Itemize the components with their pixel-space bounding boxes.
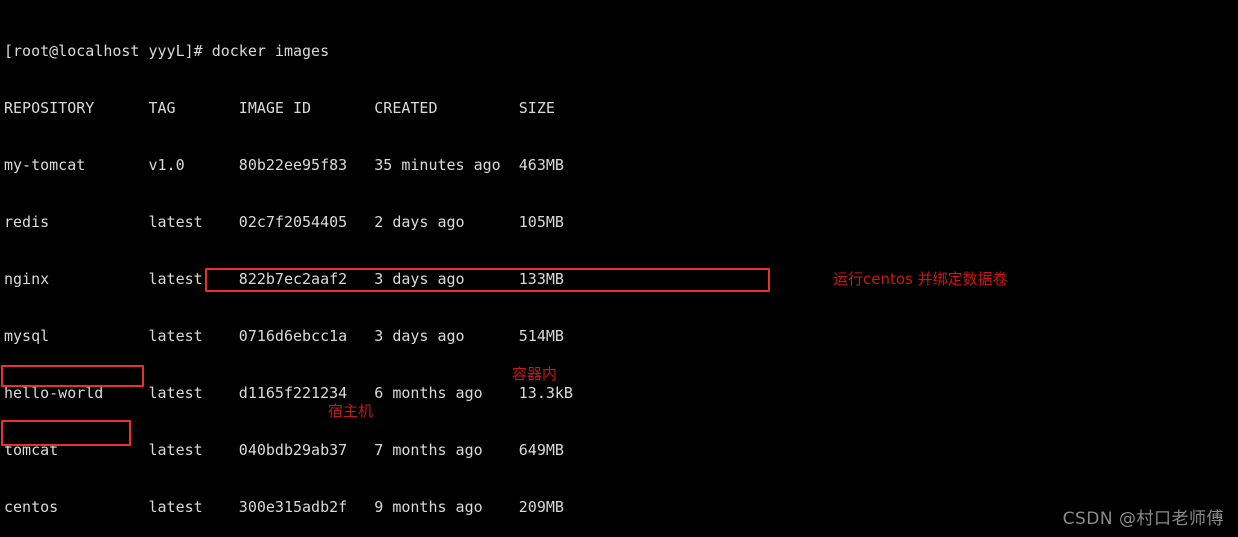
terminal-line: centos latest 300e315adb2f 9 months ago … [4,498,979,517]
terminal-line: my-tomcat v1.0 80b22ee95f83 35 minutes a… [4,156,979,175]
annotation-run-centos: 运行centos 并绑定数据卷 [833,270,1008,288]
line-text: tomcat latest 040bdb29ab37 7 months ago … [4,441,564,459]
terminal-line: tomcat latest 040bdb29ab37 7 months ago … [4,441,979,460]
terminal-line: [root@localhost yyyL]# docker images [4,42,979,61]
line-text: mysql latest 0716d6ebcc1a 3 days ago 514… [4,327,564,345]
terminal-line: mysql latest 0716d6ebcc1a 3 days ago 514… [4,327,979,346]
annotation-host-machine: 宿主机 [328,402,374,420]
terminal-line: hello-world latest d1165f221234 6 months… [4,384,979,403]
line-text: my-tomcat v1.0 80b22ee95f83 35 minutes a… [4,156,564,174]
terminal-line: redis latest 02c7f2054405 2 days ago 105… [4,213,979,232]
line-text: REPOSITORY TAG IMAGE ID CREATED SIZE [4,99,555,117]
line-text: [root@localhost yyyL]# docker images [4,42,330,60]
annotation-inside-container: 容器内 [512,365,558,383]
terminal-line: REPOSITORY TAG IMAGE ID CREATED SIZE [4,99,979,118]
terminal-window[interactable]: [root@localhost yyyL]# docker images REP… [0,0,1238,537]
line-text: hello-world latest d1165f221234 6 months… [4,384,573,402]
line-text: redis latest 02c7f2054405 2 days ago 105… [4,213,564,231]
line-text: nginx latest 822b7ec2aaf2 3 days ago 133… [4,270,564,288]
line-text: centos latest 300e315adb2f 9 months ago … [4,498,564,516]
csdn-watermark: CSDN @村口老师傅 [1062,509,1224,529]
